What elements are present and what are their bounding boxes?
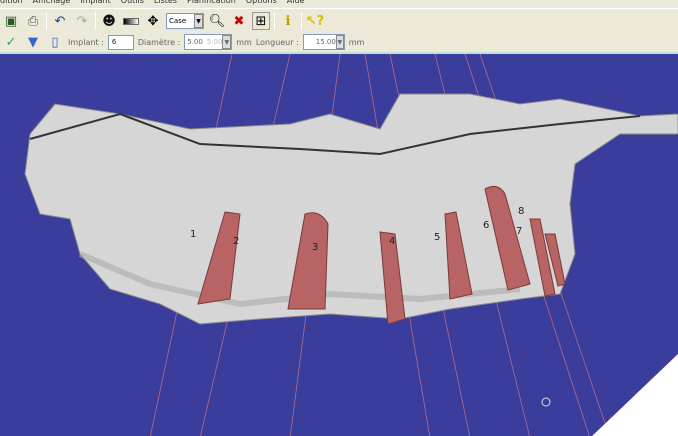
implant-label: Implant :: [68, 37, 104, 47]
funnel-icon[interactable]: ▼: [24, 33, 42, 51]
implant-column-icon[interactable]: ▯: [46, 33, 64, 51]
implant-label-4: 4: [389, 236, 395, 247]
menu-planification[interactable]: Planification: [187, 0, 236, 8]
implant-label-7: 7: [516, 226, 522, 237]
length-label: Longueur :: [255, 37, 299, 47]
main-toolbar: ▣ ⎙ ↶ ↷ ☻ ✥ Case ▼ 🔍︎ ✖ ⊞ i ↖?: [0, 8, 678, 33]
print-icon[interactable]: ⎙: [24, 12, 42, 30]
redo-icon[interactable]: ↷: [73, 12, 91, 30]
implant-label-8: 8: [518, 206, 524, 217]
separator: [95, 12, 96, 30]
implant-label-5: 5: [434, 232, 440, 243]
save-icon[interactable]: ▣: [2, 12, 20, 30]
move-icon[interactable]: ✥: [144, 12, 162, 30]
zoom-icon[interactable]: 🔍︎: [208, 12, 226, 30]
corner-overlay: [592, 354, 678, 436]
separator: [46, 12, 47, 30]
separator: [301, 12, 302, 30]
info-icon[interactable]: i: [279, 12, 297, 30]
menu-edition[interactable]: dition: [0, 0, 23, 8]
implant-label-6: 6: [483, 220, 489, 231]
3d-viewport[interactable]: 1 2 3 4 5 6 7 8: [0, 52, 678, 436]
separator: [274, 12, 275, 30]
menu-affichage[interactable]: Affichage: [33, 0, 71, 8]
length-select[interactable]: 15.00 ▼: [302, 34, 345, 50]
menu-implant[interactable]: Implant: [80, 0, 111, 8]
diameter-label: Diamètre :: [137, 37, 181, 47]
implant-label-3: 3: [312, 242, 318, 253]
face-icon[interactable]: ☻: [100, 12, 118, 30]
implant-label-2: 2: [233, 236, 239, 247]
help-cursor-icon[interactable]: ↖?: [306, 12, 324, 30]
gradient-icon[interactable]: [122, 12, 140, 30]
length-unit: mm: [348, 37, 365, 47]
layout-icon[interactable]: ⊞: [252, 12, 270, 30]
undo-icon[interactable]: ↶: [51, 12, 69, 30]
jaw-3d-render: 1 2 3 4 5 6 7 8: [24, 54, 678, 436]
menu-listes[interactable]: Listes: [154, 0, 177, 8]
delete-icon[interactable]: ✖: [230, 12, 248, 30]
menu-outils[interactable]: Outils: [121, 0, 144, 8]
rotation-cursor-icon: [541, 397, 551, 407]
diameter-unit: mm: [236, 37, 252, 47]
chevron-down-icon[interactable]: ▼: [194, 14, 203, 28]
implant-toolbar: ✓ ▼ ▯ Implant : 6 Diamètre : 5.00 5.00 ▼ m…: [0, 33, 678, 51]
tool-icon[interactable]: ✓: [2, 33, 20, 51]
diameter-select[interactable]: 5.00 5.00 ▼: [184, 34, 233, 50]
menu-aide[interactable]: Aide: [287, 0, 305, 8]
menu-options[interactable]: Options: [246, 0, 277, 8]
view-select[interactable]: Case ▼: [166, 13, 204, 29]
jaw-bone: [24, 93, 678, 325]
menu-bar: dition Affichage Implant Outils Listes P…: [0, 0, 678, 8]
chevron-down-icon[interactable]: ▼: [335, 35, 344, 49]
implant-label-1: 1: [190, 229, 196, 240]
implant-number-input[interactable]: 6: [107, 34, 134, 50]
chevron-down-icon[interactable]: ▼: [222, 35, 232, 49]
